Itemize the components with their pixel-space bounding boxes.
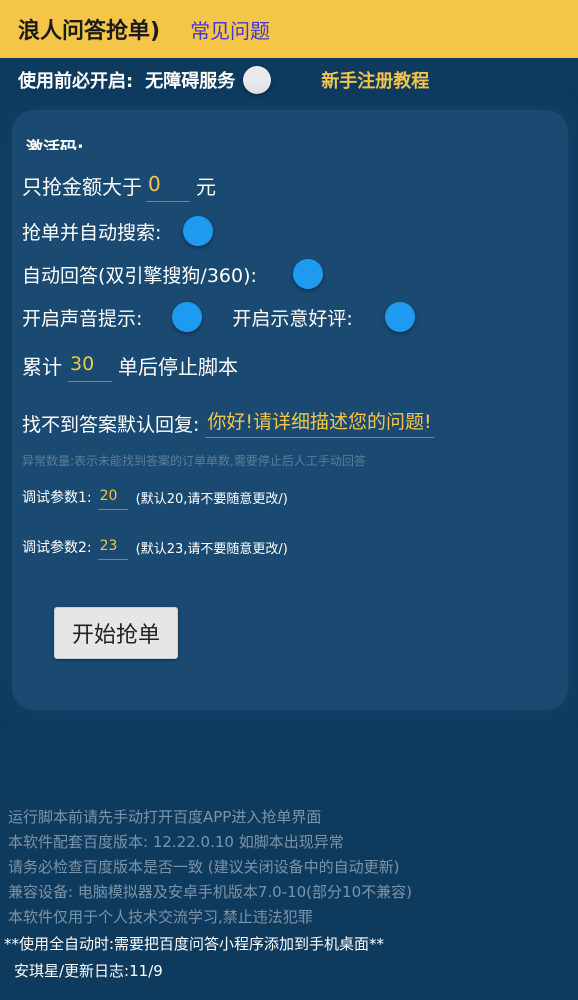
auto-search-row: 抢单并自动搜索: <box>22 216 214 246</box>
debug1-note: (默认20,请不要随意更改/) <box>135 491 288 507</box>
footer-line: 本软件仅用于个人技术交流学习,禁止违法犯罪 <box>8 908 313 926</box>
default-reply-row: 找不到答案默认回复: 你好!请详细描述您的问题! <box>22 408 434 438</box>
footer-line: 兼容设备: 电脑模拟器及安卓手机版本7.0-10(部分10不兼容) <box>8 883 412 901</box>
stop-after-row: 累计 30 单后停止脚本 <box>22 348 238 382</box>
min-amount-input[interactable]: 0 <box>146 168 190 202</box>
sound-review-row: 开启声音提示: 开启示意好评: <box>22 302 415 332</box>
auto-answer-row: 自动回答(双引擎搜狗/360): <box>22 259 323 289</box>
footer-line: 本软件配套百度版本: 12.22.0.10 如脚本出现异常 <box>8 833 344 851</box>
auto-search-toggle[interactable] <box>161 216 214 246</box>
auto-search-label: 抢单并自动搜索: <box>22 221 162 244</box>
footer-line: 运行脚本前请先手动打开百度APP进入抢单界面 <box>8 808 322 826</box>
good-review-toggle[interactable] <box>362 302 415 332</box>
auto-answer-label: 自动回答(双引擎搜狗/360): <box>22 264 257 287</box>
sound-prompt-label: 开启声音提示: <box>22 307 143 330</box>
anomaly-note: 异常数量:表示未能找到答案的订单单数,需要停止后人工手动回答 <box>22 454 366 468</box>
accessibility-service-label: 无障碍服务 <box>145 71 236 92</box>
good-review-label: 开启示意好评: <box>232 307 353 330</box>
footer-line: 请务必检查百度版本是否一致 (建议关闭设备中的自动更新) <box>8 858 400 876</box>
default-reply-input[interactable]: 你好!请详细描述您的问题! <box>205 408 434 438</box>
auto-answer-toggle[interactable] <box>270 259 323 289</box>
accessibility-label: 使用前必开启: <box>18 71 134 92</box>
tutorial-link[interactable]: 新手注册教程 <box>321 67 429 93</box>
activation-label: 激活码: <box>26 139 84 150</box>
accessibility-toggle[interactable] <box>243 66 272 94</box>
min-amount-unit: 元 <box>196 174 216 199</box>
stop-after-suffix: 单后停止脚本 <box>118 354 238 379</box>
start-grab-button[interactable]: 开始抢单 <box>54 607 178 659</box>
debug2-label: 调试参数2: <box>22 540 92 556</box>
accessibility-row: 使用前必开启: 无障碍服务 新手注册教程 <box>18 62 563 98</box>
stop-after-prefix: 累计 <box>22 354 62 379</box>
debug2-input[interactable]: 23 <box>97 534 128 560</box>
debug1-label: 调试参数1: <box>22 490 92 506</box>
anomaly-note-row: 异常数量:表示未能找到答案的订单单数,需要停止后人工手动回答 <box>22 452 366 469</box>
faq-link[interactable]: 常见问题 <box>190 15 270 44</box>
min-amount-row: 只抢金额大于 0 元 <box>22 168 216 202</box>
debug2-note: (默认23,请不要随意更改/) <box>135 541 288 557</box>
debug2-row: 调试参数2: 23 (默认23,请不要随意更改/) <box>22 534 288 560</box>
desktop-notice: **使用全自动时:需要把百度问答小程序添加到手机桌面** <box>4 935 385 953</box>
sound-prompt-toggle[interactable] <box>150 302 203 332</box>
default-reply-label: 找不到答案默认回复: <box>22 413 200 436</box>
app-title: 浪人问答抢单) <box>18 19 161 44</box>
debug1-input[interactable]: 20 <box>97 484 128 510</box>
changelog-link[interactable]: 安琪星/更新日志:11/9 <box>14 960 163 981</box>
min-amount-label: 只抢金额大于 <box>22 174 142 199</box>
debug1-row: 调试参数1: 20 (默认20,请不要随意更改/) <box>22 484 288 510</box>
top-bar: 浪人问答抢单) 常见问题 <box>0 0 578 58</box>
stop-after-input[interactable]: 30 <box>68 348 112 382</box>
